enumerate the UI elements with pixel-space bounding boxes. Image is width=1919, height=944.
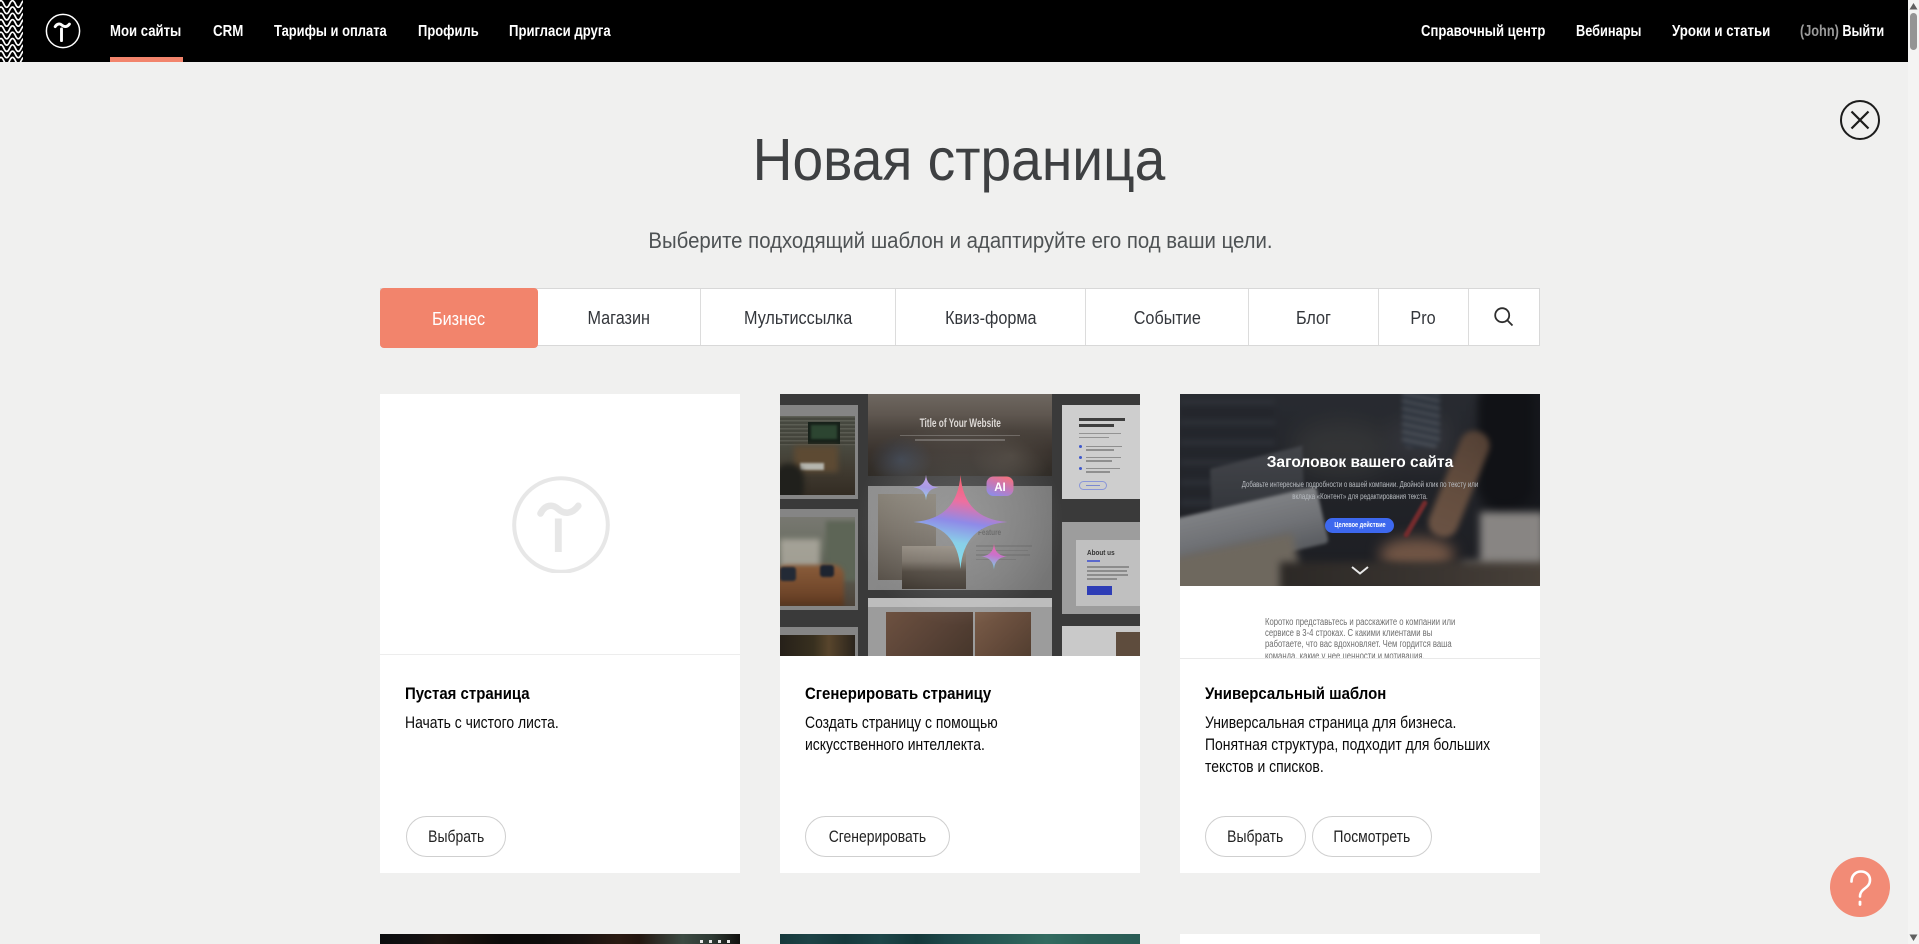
svg-text:AI: AI [994, 482, 1006, 494]
